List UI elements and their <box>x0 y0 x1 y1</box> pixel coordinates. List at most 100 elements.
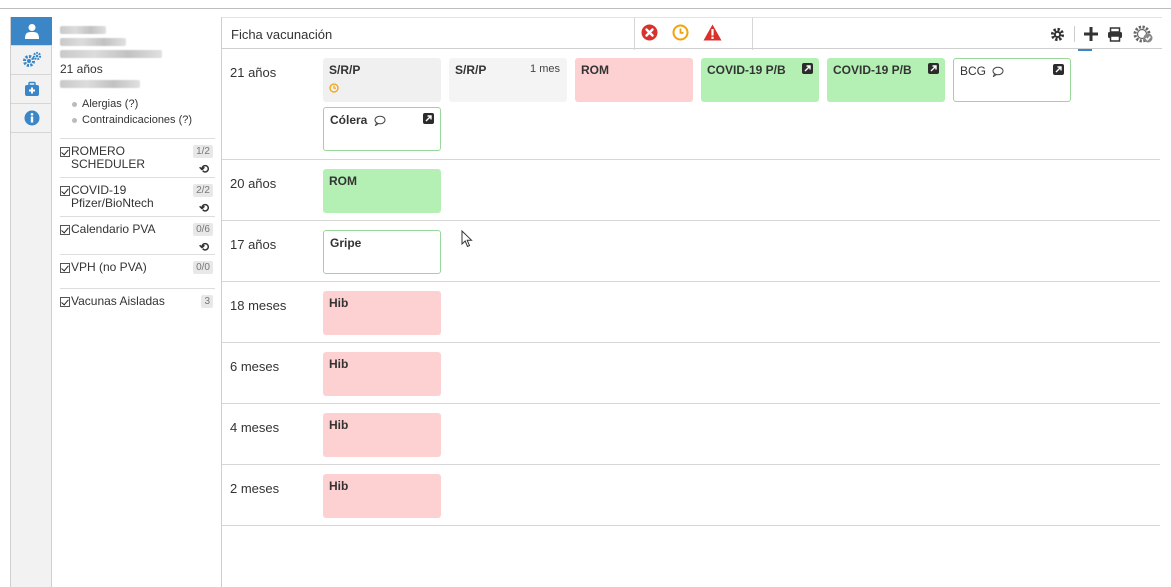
vaccine-label: BCG <box>960 64 987 78</box>
redacted-detail <box>60 80 140 88</box>
row-age-label: 20 años <box>230 176 277 191</box>
row-age-label: 17 años <box>230 237 277 252</box>
vaccine-card[interactable]: Gripe <box>323 230 441 274</box>
vaccine-label: Hib <box>329 479 349 493</box>
schedule-item[interactable]: VPH (no PVA) 0/0 <box>60 255 215 289</box>
warning-icon[interactable] <box>703 24 722 41</box>
schedule-item[interactable]: COVID-19 Pfizer/BioNtech 2/2 ⟲ <box>60 178 215 217</box>
row-age-label: 4 meses <box>230 420 280 435</box>
external-link-icon[interactable] <box>423 113 434 124</box>
toolbar-divider <box>1074 26 1075 42</box>
schedule-label: COVID-19 Pfizer/BioNtech <box>71 183 154 210</box>
gear-icon[interactable] <box>1050 27 1065 42</box>
vaccine-label: ROM <box>581 63 609 77</box>
toolbar <box>1050 24 1154 44</box>
redacted-birthdate <box>60 50 162 58</box>
checkbox-checked-icon[interactable] <box>60 297 70 307</box>
medical-kit-icon <box>24 81 39 96</box>
schedule-label: Vacunas Aisladas <box>71 294 165 308</box>
vaccine-label: ROM <box>329 174 357 188</box>
vaccine-label: Hib <box>329 418 349 432</box>
vaccine-card[interactable]: BCG <box>953 58 1071 102</box>
clock-icon[interactable] <box>672 24 689 41</box>
external-link-icon[interactable] <box>928 63 939 74</box>
allergies-link[interactable]: Alergias (?) <box>72 96 215 112</box>
vaccine-card[interactable]: Hib <box>323 413 441 457</box>
rail-patient-button[interactable] <box>11 17 52 46</box>
vaccine-card[interactable]: Hib <box>323 474 441 518</box>
undo-icon[interactable]: ⟲ <box>199 201 209 215</box>
schedule-count: 0/0 <box>193 261 213 274</box>
vaccine-card[interactable]: ROM <box>575 58 693 102</box>
vaccine-card[interactable]: ROM <box>323 169 441 213</box>
clock-icon <box>329 83 339 93</box>
schedule-label: Calendario PVA <box>71 222 156 236</box>
rail-medical-button[interactable] <box>11 75 52 104</box>
age-row: 21 años S/R/P S/R/P 1 mes ROM COVID-19 P… <box>222 49 1160 160</box>
undo-icon[interactable]: ⟲ <box>199 240 209 254</box>
page-title: Ficha vacunación <box>231 27 333 42</box>
plus-icon[interactable] <box>1084 27 1098 41</box>
print-icon[interactable] <box>1107 26 1123 42</box>
row-age-label: 21 años <box>230 65 277 80</box>
rail-info-button[interactable] <box>11 104 52 133</box>
schedule-count: 2/2 <box>193 184 213 197</box>
vaccine-label: S/R/P <box>455 63 487 77</box>
external-link-icon[interactable] <box>1053 64 1064 75</box>
undo-icon[interactable]: ⟲ <box>199 162 209 176</box>
vaccine-card[interactable]: COVID-19 P/B <box>827 58 945 102</box>
row-age-label: 2 meses <box>230 481 280 496</box>
checkbox-checked-icon[interactable] <box>60 263 70 273</box>
info-icon <box>24 110 39 126</box>
vaccine-label: COVID-19 P/B <box>707 63 786 77</box>
age-row: 18 meses Hib <box>222 282 1160 343</box>
user-icon <box>24 24 39 39</box>
vaccine-label: Hib <box>329 357 349 371</box>
header-divider <box>634 18 635 50</box>
patient-age: 21 años <box>60 62 103 76</box>
contraindications-link[interactable]: Contraindicaciones (?) <box>72 112 215 128</box>
vaccine-label: Cólera <box>330 113 368 127</box>
checkbox-checked-icon[interactable] <box>60 186 70 196</box>
external-link-icon[interactable] <box>802 63 813 74</box>
schedule-count: 1/2 <box>193 145 213 158</box>
age-row: 2 meses Hib <box>222 465 1160 526</box>
schedule-item[interactable]: Calendario PVA 0/6 ⟲ <box>60 217 215 255</box>
vaccine-card[interactable]: Cólera <box>323 107 441 151</box>
vaccine-label: Gripe <box>330 236 362 250</box>
checkbox-checked-icon[interactable] <box>60 147 70 157</box>
icon-rail <box>10 17 52 587</box>
patient-info: 21 años Alergias (?) Contraindicaciones … <box>52 17 221 128</box>
row-age-label: 18 meses <box>230 298 287 313</box>
age-row: 20 años ROM <box>222 160 1160 221</box>
redacted-name <box>60 26 106 34</box>
schedule-count: 0/6 <box>193 223 213 236</box>
comment-icon <box>374 115 386 126</box>
schedule-label: VPH (no PVA) <box>71 260 147 274</box>
age-row: 6 meses Hib <box>222 343 1160 404</box>
row-age-label: 6 meses <box>230 359 280 374</box>
vaccine-card[interactable]: S/R/P 1 mes <box>449 58 567 102</box>
settings-check-icon[interactable] <box>1132 24 1154 44</box>
schedule-item[interactable]: Vacunas Aisladas 3 <box>60 289 215 323</box>
vaccine-card[interactable]: S/R/P <box>323 58 441 102</box>
mouse-cursor-icon <box>461 230 473 248</box>
vaccine-card[interactable]: Hib <box>323 291 441 335</box>
vaccine-card[interactable]: COVID-19 P/B <box>701 58 819 102</box>
comment-icon <box>992 66 1004 77</box>
patient-notes: Alergias (?) Contraindicaciones (?) <box>72 96 215 128</box>
vaccine-label: S/R/P <box>329 63 361 77</box>
error-icon[interactable] <box>641 24 658 41</box>
vaccine-card[interactable]: Hib <box>323 352 441 396</box>
schedule-list: ROMERO SCHEDULER 1/2 ⟲ COVID-19 Pfizer/B… <box>60 138 215 323</box>
gears-icon <box>22 51 41 67</box>
panel-header: Ficha vacunación <box>222 17 1162 51</box>
rail-settings-button[interactable] <box>11 46 52 75</box>
vaccination-panel: Ficha vacunación 21 años S/R/P S/R/P 1 m… <box>222 17 1162 587</box>
schedule-count: 3 <box>201 295 213 308</box>
top-border <box>0 0 1171 9</box>
patient-sidebar: 21 años Alergias (?) Contraindicaciones … <box>52 17 222 587</box>
checkbox-checked-icon[interactable] <box>60 225 70 235</box>
redacted-id <box>60 38 126 46</box>
schedule-item[interactable]: ROMERO SCHEDULER 1/2 ⟲ <box>60 139 215 178</box>
